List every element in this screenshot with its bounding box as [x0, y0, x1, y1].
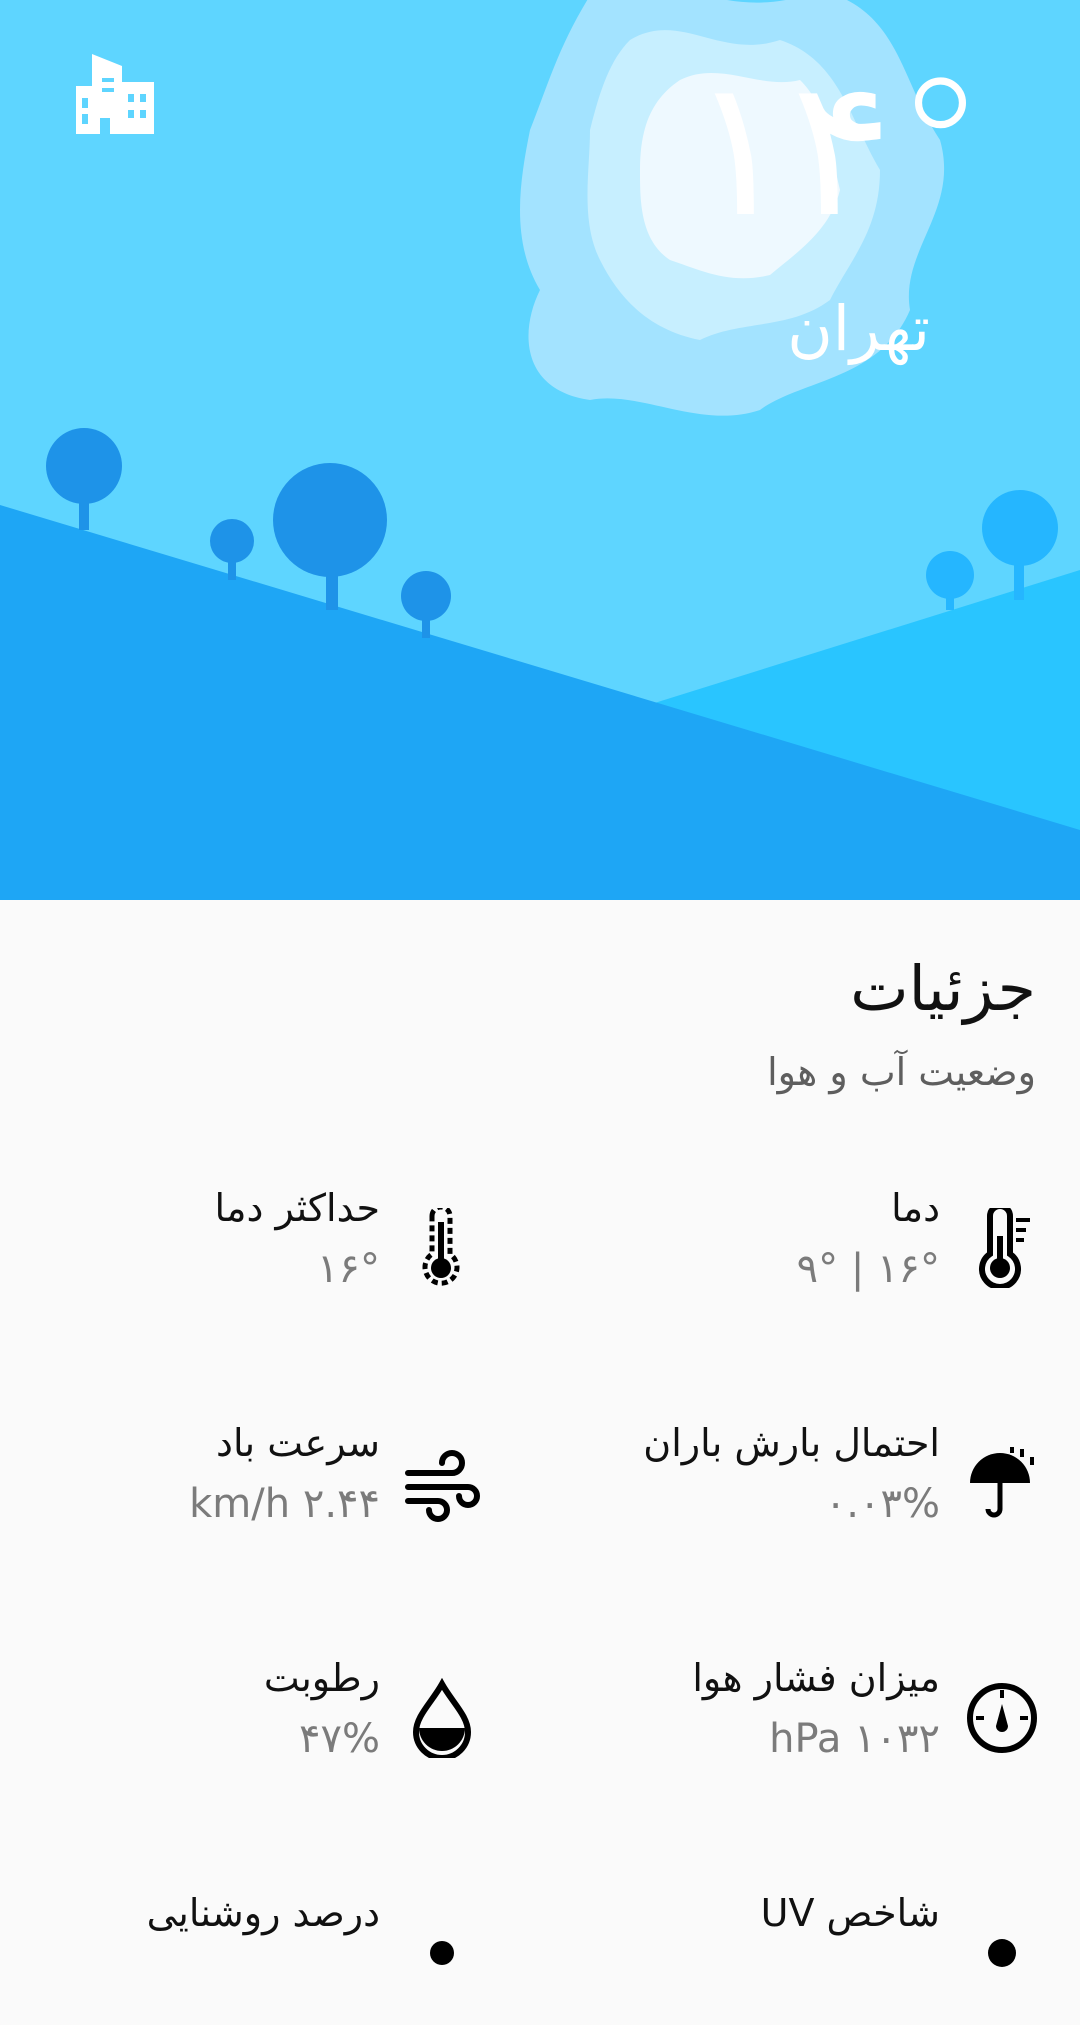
- detail-item-max-temperature: حداکثر دما ۱۶°: [0, 1180, 520, 1320]
- detail-item-wind-speed: سرعت باد ۲.۴۴ km/h: [0, 1415, 520, 1555]
- detail-item-humidity: رطوبت ۴۷%: [0, 1650, 520, 1790]
- detail-value: ۱۶°: [317, 1246, 380, 1292]
- detail-item-uv-index: شاخص UV: [560, 1885, 1080, 2025]
- uv-icon: [988, 1939, 1016, 1967]
- detail-item-pressure: میزان فشار هوا ۱۰۳۲ hPa: [560, 1650, 1080, 1790]
- city-name: تهران: [787, 292, 930, 365]
- detail-item-temperature: دما ۱۶° | ۹°: [560, 1180, 1080, 1320]
- city-list-button[interactable]: [70, 48, 162, 134]
- details-title: جزئیات: [850, 952, 1036, 1025]
- detail-label: دما: [891, 1186, 940, 1230]
- thermometer-max-icon: [422, 1204, 460, 1286]
- detail-label: شاخص UV: [760, 1891, 940, 1935]
- detail-value: ۴۷%: [299, 1716, 380, 1762]
- detail-label: سرعت باد: [216, 1421, 380, 1465]
- city-buildings-icon: [76, 54, 154, 134]
- wind-icon: [405, 1450, 480, 1522]
- detail-label: رطوبت: [263, 1656, 380, 1700]
- current-temperature: ۱۴°: [688, 38, 994, 259]
- water-drop-icon: [412, 1677, 472, 1761]
- detail-item-brightness: درصد روشنایی: [0, 1885, 520, 2025]
- detail-label: درصد روشنایی: [146, 1891, 380, 1935]
- detail-value: ۲.۴۴ km/h: [189, 1481, 380, 1527]
- detail-label: احتمال بارش باران: [643, 1421, 940, 1465]
- thermometer-icon: [979, 1203, 1030, 1290]
- details-section: جزئیات وضعیت آب و هوا دما ۱۶° | ۹° حداکث…: [0, 900, 1080, 1967]
- details-subtitle: وضعیت آب و هوا: [767, 1050, 1036, 1094]
- detail-item-rain-chance: احتمال بارش باران ۰.۰۳%: [560, 1415, 1080, 1555]
- weather-hero: ۱۴° تهران: [0, 0, 1080, 900]
- detail-label: حداکثر دما: [214, 1186, 380, 1230]
- pressure-gauge-icon: [967, 1683, 1037, 1753]
- detail-value: ۰.۰۳%: [824, 1481, 940, 1527]
- umbrella-rain-icon: [970, 1447, 1034, 1518]
- brightness-icon: [430, 1941, 454, 1965]
- detail-value: ۱۰۳۲ hPa: [769, 1716, 940, 1762]
- detail-label: میزان فشار هوا: [692, 1656, 940, 1700]
- detail-value: ۱۶° | ۹°: [796, 1246, 940, 1292]
